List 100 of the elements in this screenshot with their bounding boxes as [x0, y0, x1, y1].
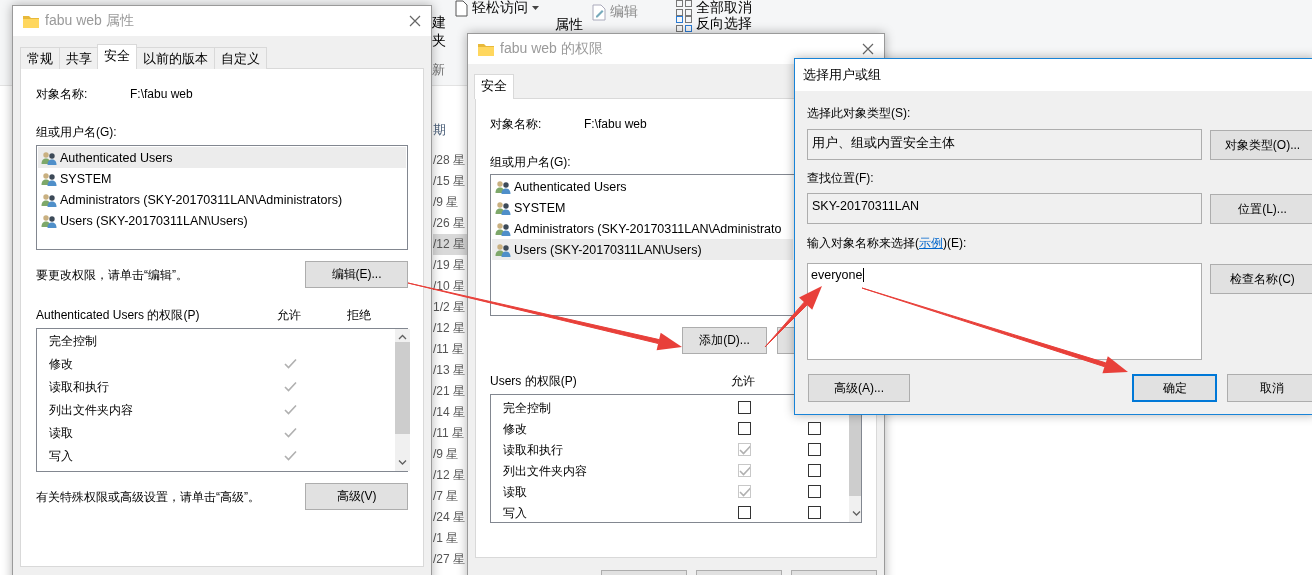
field-label: 对象名称:: [36, 87, 89, 101]
close-icon[interactable]: [409, 15, 421, 27]
field-label: 选择此对象类型(S):: [807, 106, 912, 120]
users-icon: [41, 171, 57, 186]
date-cell-text: /12 星: [433, 467, 466, 484]
add-button[interactable]: 添加(D)...: [682, 327, 767, 354]
examples-link[interactable]: 示例: [919, 236, 943, 250]
user-list-item[interactable]: SYSTEM: [492, 197, 793, 218]
date-cell-text: /14 星: [433, 404, 466, 421]
user-list-item[interactable]: SYSTEM: [38, 168, 406, 189]
checkbox[interactable]: [807, 506, 821, 519]
user-list-item[interactable]: Users (SKY-20170311LAN\Users): [38, 210, 406, 231]
advanced-button[interactable]: 高级(V): [305, 483, 408, 510]
permissions-label: Users 的权限(P): [490, 374, 578, 388]
checkbox[interactable]: [737, 506, 751, 519]
tab[interactable]: 常规: [20, 47, 60, 69]
caret-icon: [532, 6, 539, 10]
tab[interactable]: 以前的版本: [136, 47, 215, 69]
field-label: 对象名称:: [490, 117, 543, 131]
date-cell-text: /21 星: [433, 383, 466, 400]
users-icon: [495, 179, 511, 194]
tab[interactable]: 共享: [59, 47, 99, 69]
permission-name: 写入: [503, 505, 528, 520]
cancel-button[interactable]: 取消: [1227, 374, 1312, 402]
permission-name: 写入: [49, 448, 74, 463]
checkbox[interactable]: [737, 422, 751, 435]
date-cell-text: /9 星: [433, 194, 460, 211]
permission-name: 读取和执行: [503, 442, 564, 457]
scroll-down-icon[interactable]: [851, 509, 861, 518]
hint-text: 有关特殊权限或高级设置，请单击“高级”。: [36, 489, 260, 504]
invert-selection-icon: [676, 16, 692, 32]
permission-name: 完全控制: [49, 333, 98, 348]
user-list-item[interactable]: Administrators (SKY-20170311LAN\Administrato: [492, 218, 793, 239]
tab[interactable]: 自定义: [214, 47, 267, 69]
permission-name: 修改: [49, 356, 74, 371]
checkbox[interactable]: [737, 401, 751, 414]
object-name: F:\fabu web: [130, 87, 193, 101]
permission-name: 列出文件夹内容: [49, 402, 134, 417]
edit-icon: [592, 3, 606, 21]
close-icon[interactable]: [862, 43, 874, 55]
date-cell-text: /9 星: [433, 446, 460, 463]
permission-name: 完全控制: [503, 400, 552, 415]
user-list-item[interactable]: Users (SKY-20170311LAN\Users): [492, 239, 793, 260]
users-icon: [495, 200, 511, 215]
date-cell-text: /7 星: [433, 488, 460, 505]
user-list-item[interactable]: Authenticated Users: [38, 147, 406, 168]
scroll-up-icon[interactable]: [397, 333, 408, 342]
checkbox[interactable]: [807, 422, 821, 435]
date-cell-text: /24 星: [433, 509, 466, 526]
permission-name: 读取: [49, 425, 74, 440]
date-cell-text: /11 星: [433, 341, 466, 358]
field-label: 查找位置(F):: [807, 171, 875, 185]
field-label: 输入对象名称来选择(示例)(E):: [807, 236, 968, 250]
date-cell-text: /12 星: [433, 320, 466, 337]
date-cell-text: /28 星: [433, 152, 466, 169]
group-label: 新: [432, 62, 446, 78]
easy-access-button[interactable]: 轻松访问: [472, 0, 528, 17]
checkbox[interactable]: [807, 443, 821, 456]
tab[interactable]: 安全: [474, 74, 514, 99]
tab[interactable]: 安全: [97, 44, 137, 69]
object-names-field[interactable]: everyone: [807, 263, 1202, 360]
user-list-item[interactable]: Administrators (SKY-20170311LAN\Administrators): [38, 189, 406, 210]
permissions-label: Authenticated Users 的权限(P): [36, 308, 200, 322]
check-names-button[interactable]: 检查名称(C): [1210, 264, 1312, 294]
object-name: F:\fabu web: [584, 117, 647, 131]
location-field: SKY-20170311LAN: [807, 193, 1202, 224]
folder-icon: [478, 42, 494, 56]
advanced-button[interactable]: 高级(A)...: [808, 374, 910, 402]
date-cell-text: /27 星: [433, 551, 466, 568]
column-header: 拒绝: [347, 308, 371, 322]
hint-text: 要更改权限，请单击“编辑”。: [36, 267, 188, 282]
ok-button[interactable]: 确定: [1132, 374, 1217, 402]
properties-button[interactable]: 属性: [555, 16, 592, 34]
edit-button[interactable]: 编辑(E)...: [305, 261, 408, 288]
object-types-button[interactable]: 对象类型(O)...: [1210, 130, 1312, 160]
date-cell-text: /26 星: [433, 215, 466, 232]
users-icon: [41, 213, 57, 228]
permission-name: 修改: [503, 421, 528, 436]
date-cell-text: /15 星: [433, 173, 466, 190]
select-none-button[interactable]: 全部取消: [696, 0, 752, 17]
user-list-item[interactable]: Authenticated Users: [492, 176, 793, 197]
column-header: 允许: [277, 308, 301, 322]
users-icon: [41, 150, 57, 165]
users-icon: [495, 242, 511, 257]
date-cell-text: 1/2 星: [433, 299, 466, 316]
permission-name: 列出文件夹内容: [503, 463, 588, 478]
locations-button[interactable]: 位置(L)...: [1210, 194, 1312, 224]
invert-selection-button[interactable]: 反向选择: [696, 15, 752, 33]
field-label: 组或用户名(G):: [36, 125, 118, 139]
users-icon: [41, 192, 57, 207]
column-header: 允许: [731, 374, 755, 388]
folder-icon: [23, 14, 39, 28]
checkbox[interactable]: [807, 485, 821, 498]
date-cell: /12 星: [433, 234, 467, 255]
scrollbar-thumb[interactable]: [395, 342, 410, 434]
checkbox[interactable]: [807, 464, 821, 477]
field-label: 组或用户名(G):: [490, 155, 572, 169]
date-cell-text: /10 星: [433, 278, 466, 295]
scroll-down-icon[interactable]: [397, 458, 408, 467]
date-cell-text: /19 星: [433, 257, 466, 274]
